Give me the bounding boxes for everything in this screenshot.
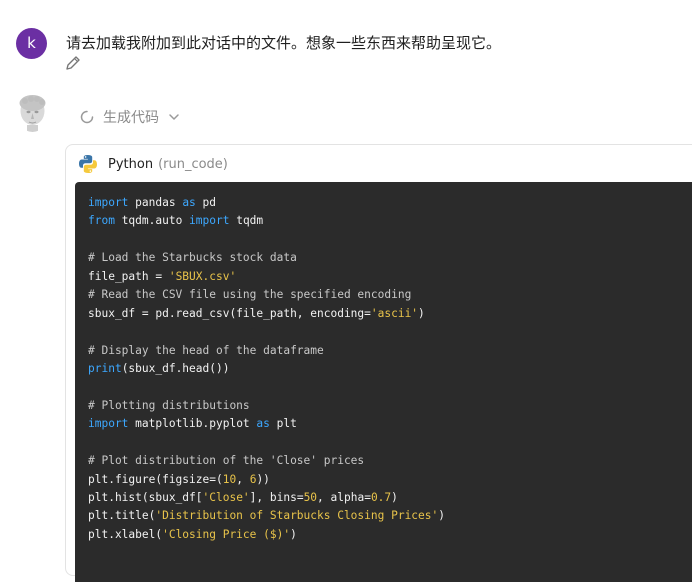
code-line: print(sbux_df.head()) xyxy=(88,360,692,378)
code-card-header: Python (run_code) xyxy=(78,154,228,174)
user-avatar: k xyxy=(16,28,47,59)
code-token: import xyxy=(88,417,129,431)
code-token: # Load the Starbucks stock data xyxy=(88,251,297,265)
code-content: import pandas as pd from tqdm.auto import… xyxy=(75,182,692,544)
code-token: ) xyxy=(290,527,297,541)
code-token: 0.7 xyxy=(370,491,392,504)
code-line: # Plotting distributions xyxy=(88,397,692,415)
code-token: # Read the CSV file using the specified … xyxy=(88,288,412,302)
code-token: plt.title( xyxy=(88,509,156,523)
code-token: 'Close' xyxy=(202,491,250,504)
code-token: # Display the head of the dataframe xyxy=(88,343,324,357)
code-token: import xyxy=(88,196,129,209)
code-token: matplotlib.pyplot xyxy=(128,417,257,431)
code-language-label: Python xyxy=(108,156,154,172)
tool-function-label: (run_code) xyxy=(158,156,228,172)
user-message-row: k xyxy=(16,28,47,59)
code-token: as xyxy=(256,417,270,431)
code-token: 'ascii' xyxy=(370,306,419,320)
code-token: ) xyxy=(438,509,445,523)
code-line: # Display the head of the dataframe xyxy=(88,342,692,360)
code-token: # Plot distribution of the 'Close' price… xyxy=(88,454,365,468)
code-token: tqdm.auto xyxy=(114,214,190,228)
python-logo-icon xyxy=(79,155,97,173)
code-line: import pandas as pd xyxy=(88,194,692,212)
code-token: plt.xlabel( xyxy=(88,527,163,541)
code-token: plt xyxy=(269,417,297,431)
code-token: # Plotting distributions xyxy=(88,398,250,412)
code-line: # Read the CSV file using the specified … xyxy=(88,286,692,304)
code-token: , alpha= xyxy=(317,491,371,504)
code-token: )) xyxy=(256,472,270,486)
code-line: plt.title('Distribution of Starbucks Clo… xyxy=(88,507,692,525)
code-tool-card: Python (run_code) import pandas as pd fro… xyxy=(65,144,692,582)
code-token: pandas xyxy=(128,196,183,209)
assistant-avatar xyxy=(16,94,49,132)
code-token: 10 xyxy=(222,472,237,486)
code-token: from xyxy=(88,214,115,228)
code-token: ], bins= xyxy=(249,491,304,504)
loading-spinner-icon xyxy=(80,110,94,124)
code-line: from tqdm.auto import tqdm xyxy=(88,212,692,230)
code-token: (sbux_df.head()) xyxy=(121,361,230,375)
generating-code-toggle[interactable]: 生成代码 xyxy=(80,107,180,127)
code-line: # Plot distribution of the 'Close' price… xyxy=(88,452,692,470)
chevron-down-icon xyxy=(169,114,179,120)
code-token: pd xyxy=(195,196,217,209)
code-token: as xyxy=(182,196,196,209)
code-token: tqdm xyxy=(229,214,264,228)
code-line: file_path = 'SBUX.csv' xyxy=(88,268,692,286)
code-token: file_path = xyxy=(88,269,169,283)
code-token: ) xyxy=(418,306,425,320)
code-token: 'Distribution of Starbucks Closing Price… xyxy=(155,509,439,523)
code-line: sbux_df = pd.read_csv(file_path, encodin… xyxy=(88,305,692,323)
code-token: 'SBUX.csv' xyxy=(168,269,237,283)
generating-code-label: 生成代码 xyxy=(103,110,159,126)
user-message-text: 请去加载我附加到此对话中的文件。想象一些东西来帮助呈现它。 xyxy=(66,34,502,52)
code-token: import xyxy=(189,214,230,228)
code-token: 'Closing Price ($)' xyxy=(162,527,291,541)
code-token: sbux_df = pd.read_csv(file_path, encodin… xyxy=(88,306,371,320)
code-token: ) xyxy=(391,491,398,504)
code-token: plt.hist(sbux_df[ xyxy=(88,491,203,504)
code-token: plt.figure(figsize=( xyxy=(88,472,223,486)
code-block[interactable]: import pandas as pd from tqdm.auto import… xyxy=(75,182,692,582)
code-token: , xyxy=(236,472,250,486)
code-line: plt.figure(figsize=(10, 6)) xyxy=(88,471,692,489)
edit-pencil-icon[interactable] xyxy=(64,54,82,72)
code-token: print xyxy=(88,361,122,375)
code-line: # Load the Starbucks stock data xyxy=(88,249,692,267)
code-token: 50 xyxy=(303,491,318,504)
code-line: import matplotlib.pyplot as plt xyxy=(88,415,692,433)
code-line: plt.xlabel('Closing Price ($)') xyxy=(88,526,692,544)
code-line: plt.hist(sbux_df['Close'], bins=50, alph… xyxy=(88,489,692,507)
